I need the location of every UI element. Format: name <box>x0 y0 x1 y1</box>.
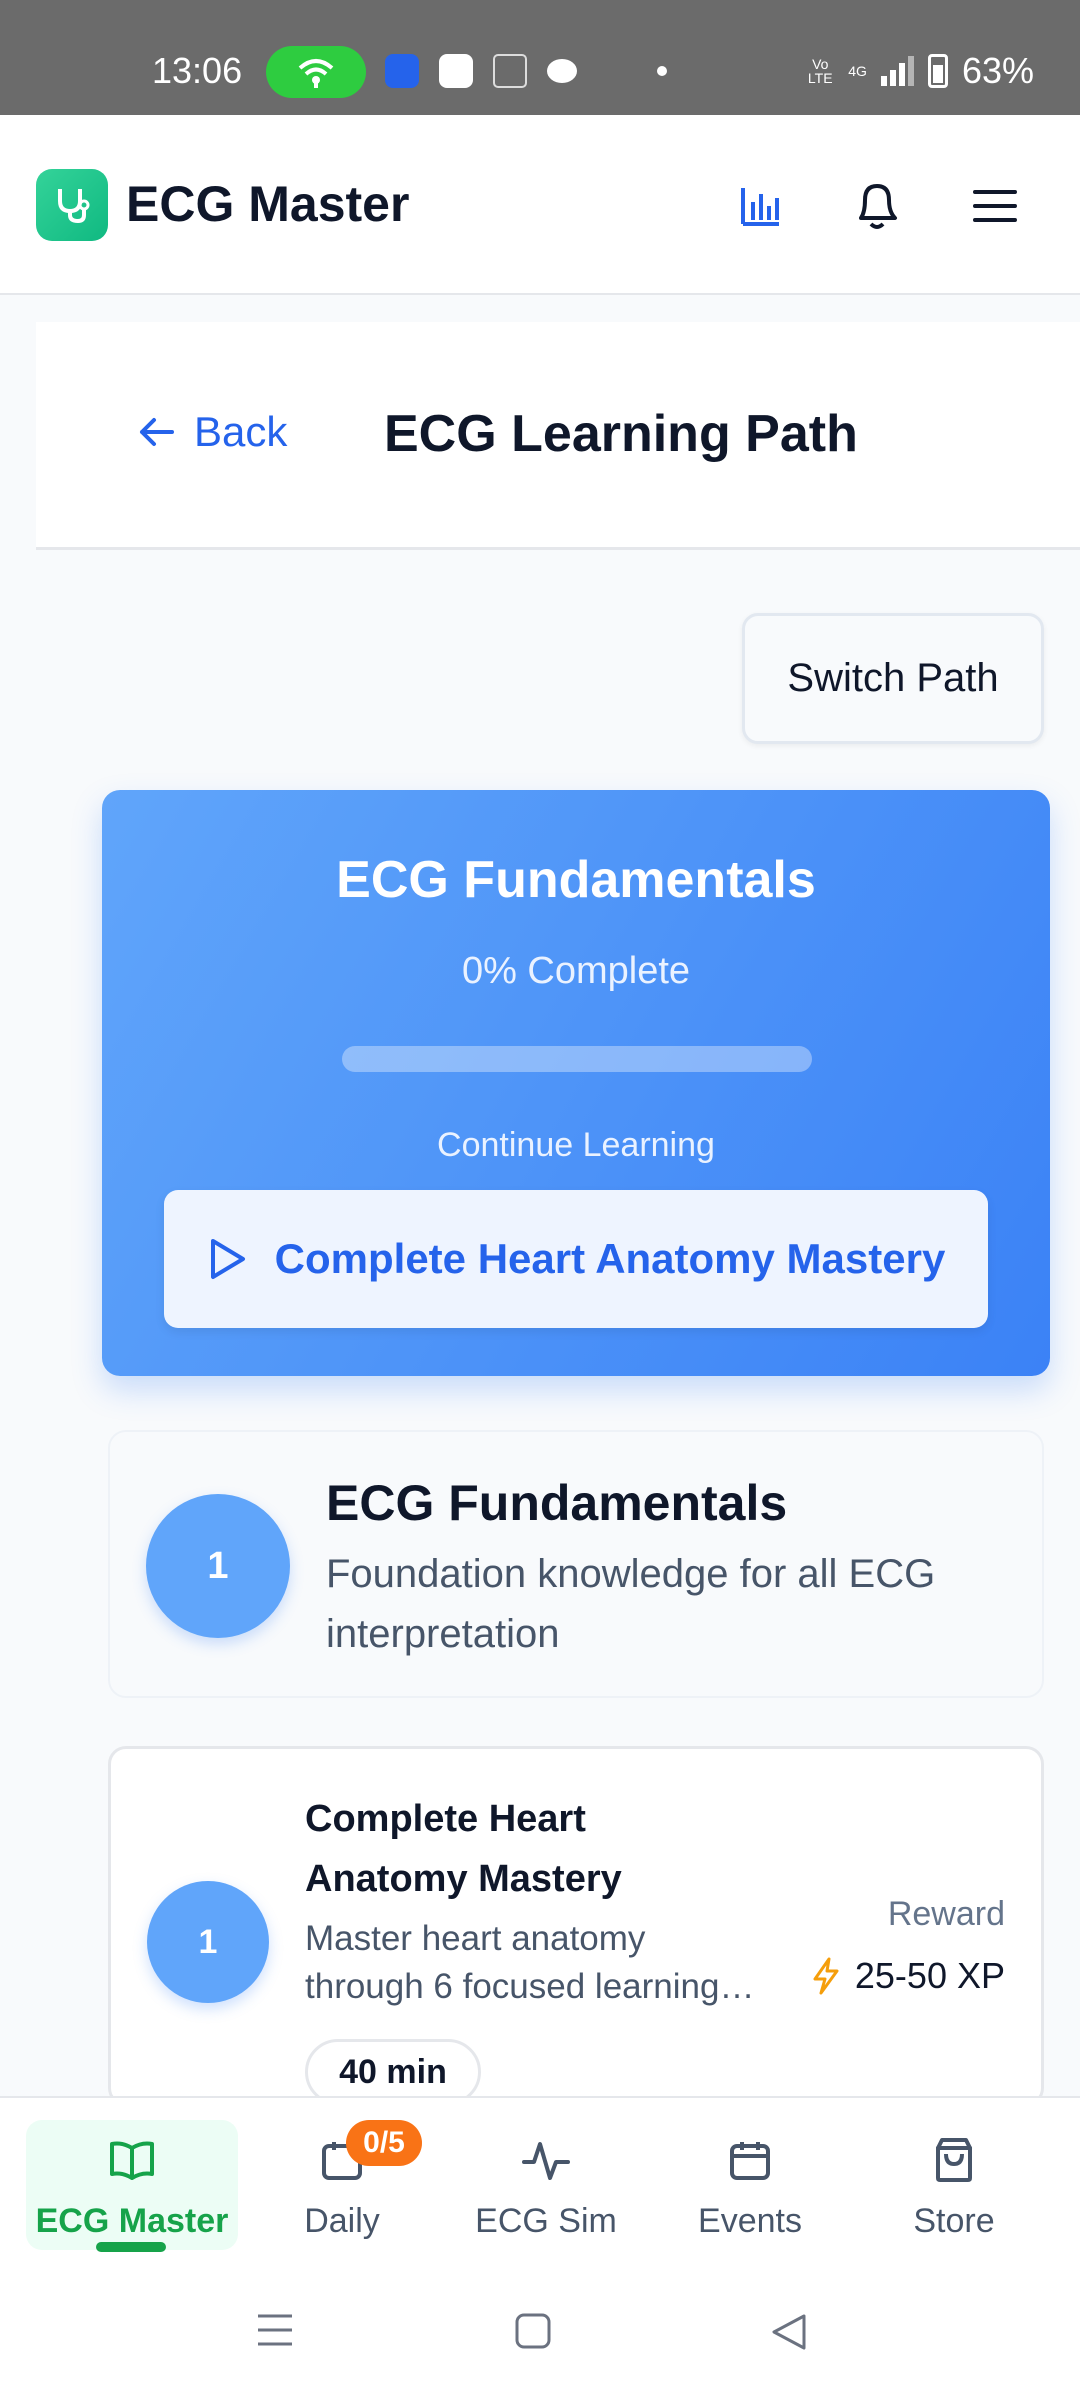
module-header-card: 1 ECG Fundamentals Foundation knowledge … <box>108 1430 1044 1698</box>
lesson-number: 1 <box>147 1881 269 2003</box>
nav-store[interactable]: Store <box>854 2120 1054 2250</box>
reward-value: 25-50 XP <box>811 1955 1005 1997</box>
page-title: ECG Learning Path <box>384 405 858 463</box>
progress-text: 0% Complete <box>461 950 691 992</box>
app-notification-icon <box>547 59 577 83</box>
bell-icon[interactable] <box>842 171 912 241</box>
path-title: ECG Fundamentals <box>336 851 816 909</box>
app-header: ECG Master <box>0 115 1080 295</box>
notification-icons <box>385 54 667 88</box>
module-description: Foundation knowledge for all ECG interpr… <box>326 1552 936 1656</box>
active-indicator <box>96 2242 166 2252</box>
status-time: 13:06 <box>152 50 243 91</box>
nav-label: Store <box>913 2202 995 2240</box>
hotspot-icon <box>266 46 366 98</box>
signal-icon <box>880 56 914 86</box>
lightning-icon <box>813 1957 839 1995</box>
recents-icon[interactable] <box>256 2312 294 2353</box>
app-notification-icon <box>493 54 527 88</box>
volte-label: Vo LTE <box>807 56 833 86</box>
nav-events[interactable]: Events <box>650 2120 850 2250</box>
arrow-left-icon <box>140 418 174 446</box>
back-label: Back <box>194 408 288 455</box>
app-title: ECG Master <box>126 176 410 232</box>
bar-chart-icon[interactable] <box>726 171 796 241</box>
lesson-card[interactable]: 1 Complete Heart Anatomy Mastery Master … <box>108 1746 1044 2106</box>
pulse-icon <box>522 2128 570 2192</box>
switch-path-button[interactable]: Switch Path <box>742 613 1044 744</box>
book-icon <box>108 2128 156 2192</box>
continue-lesson-label: Complete Heart Anatomy Mastery <box>274 1235 946 1282</box>
reward-xp: 25-50 XP <box>854 1955 1005 1996</box>
calendar-icon <box>728 2128 772 2192</box>
app-notification-icon <box>385 54 419 88</box>
lesson-description: Master heart anatomy through 6 focused l… <box>305 1915 765 2011</box>
network-type-label: 4G <box>848 63 867 79</box>
stethoscope-logo-icon <box>36 169 108 241</box>
back-nav-icon[interactable] <box>770 2312 808 2357</box>
back-button[interactable]: Back <box>136 408 287 456</box>
continue-lesson-button[interactable]: Complete Heart Anatomy Mastery <box>164 1190 988 1328</box>
nav-ecg-master[interactable]: ECG Master <box>26 2120 238 2252</box>
nav-ecg-sim[interactable]: ECG Sim <box>446 2120 646 2250</box>
more-notifications-dot-icon <box>657 66 667 76</box>
battery-icon <box>927 54 948 88</box>
path-progress-card: ECG Fundamentals 0% Complete Continue Le… <box>102 790 1050 1376</box>
bottom-navigation: ECG Master 0/5 Daily ECG Sim Events Stor… <box>0 2096 1080 2270</box>
nav-label: ECG Sim <box>475 2202 617 2240</box>
battery-percent: 63% <box>961 50 1034 91</box>
module-title: ECG Fundamentals <box>326 1475 788 1531</box>
menu-icon[interactable] <box>960 171 1030 241</box>
home-icon[interactable] <box>514 2312 552 2355</box>
play-icon <box>210 1239 245 1279</box>
nav-label: Daily <box>304 2202 380 2240</box>
nav-daily[interactable]: 0/5 Daily <box>242 2120 442 2250</box>
page-header: Back ECG Learning Path <box>36 322 1080 550</box>
system-navigation-bar <box>0 2270 1080 2400</box>
progress-bar <box>342 1046 812 1072</box>
module-number: 1 <box>146 1494 290 1638</box>
shopping-bag-icon <box>932 2128 976 2192</box>
lesson-title: Complete Heart Anatomy Mastery <box>305 1798 622 1900</box>
app-notification-icon <box>439 54 473 88</box>
app-notification-icon <box>597 54 637 88</box>
nav-label: Events <box>698 2202 802 2240</box>
lesson-description-line: through 6 focused learning… <box>305 1967 755 2006</box>
continue-learning-label: Continue Learning <box>437 1126 715 1164</box>
nav-label: ECG Master <box>35 2202 229 2240</box>
daily-badge: 0/5 <box>346 2120 422 2166</box>
reward-label: Reward <box>887 1895 1005 1933</box>
lesson-description-line: Master heart anatomy <box>305 1919 646 1958</box>
status-bar: 13:06 Vo LTE 4G 63% <box>0 0 1080 115</box>
system-status: Vo LTE 4G 63% <box>806 50 1034 92</box>
